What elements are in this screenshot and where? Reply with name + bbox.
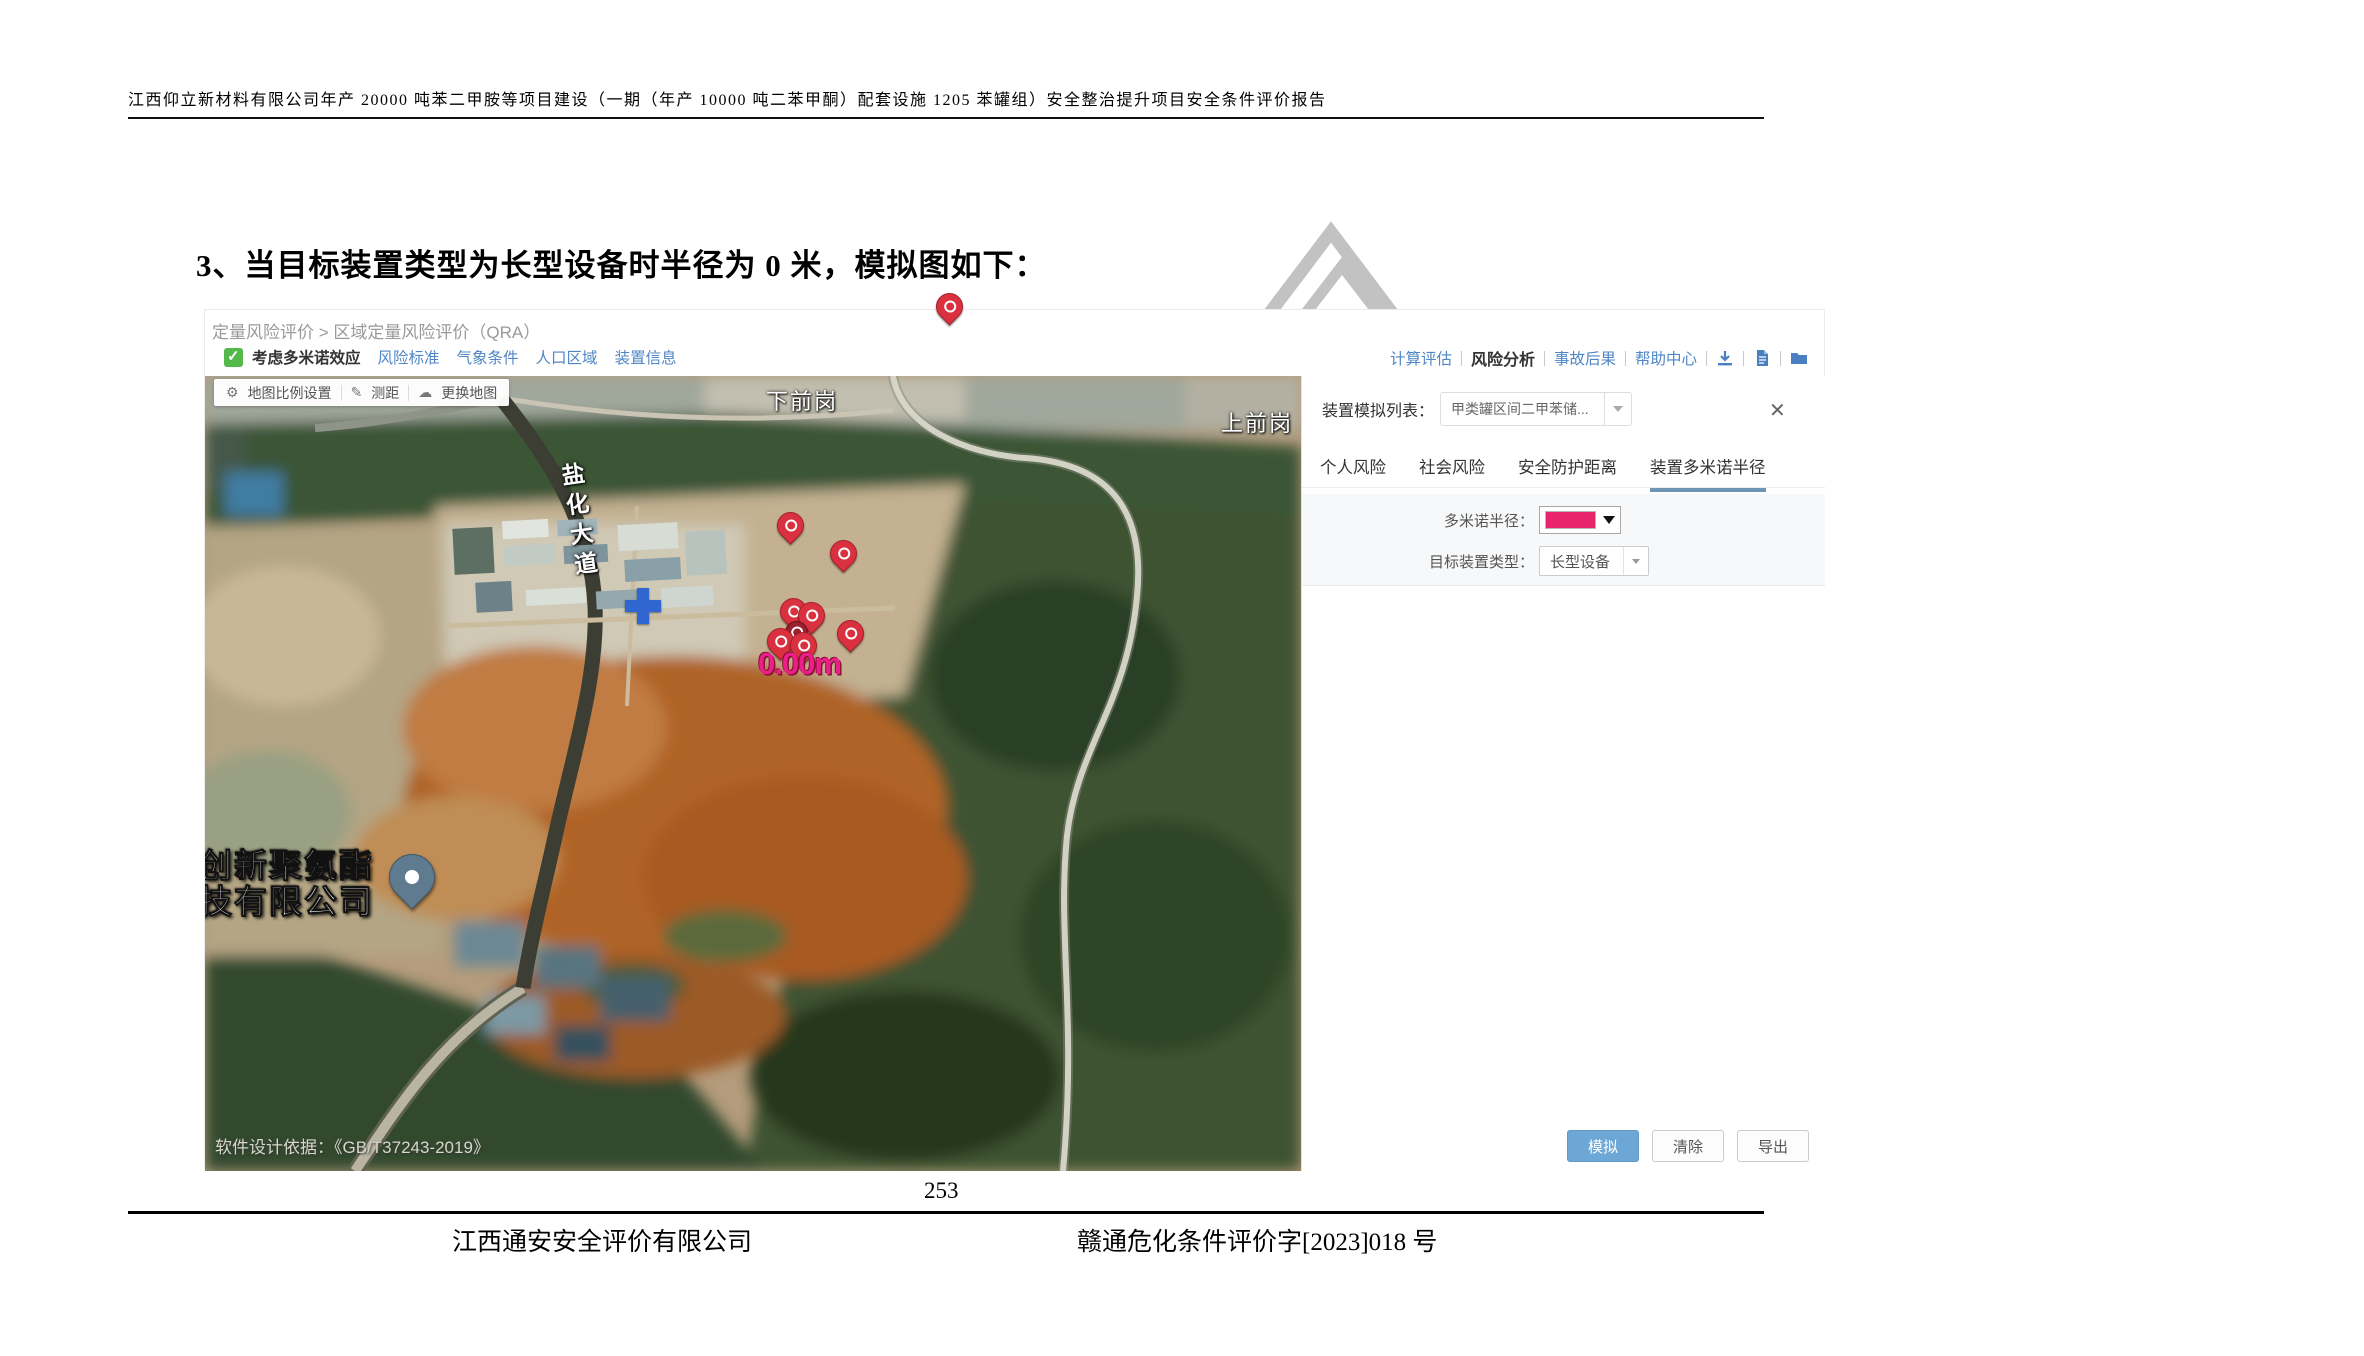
simulate-button[interactable]: 模拟 [1567, 1130, 1639, 1162]
footer-certificate-number: 赣通危化条件评价字[2023]018 号 [1077, 1222, 1437, 1258]
separator [1743, 351, 1744, 366]
link-device-info[interactable]: 装置信息 [615, 346, 677, 368]
page-number: 253 [924, 1178, 959, 1204]
map-viewport[interactable]: ⚙ 地图比例设置 ✎ 测距 ☁ 更换地图 下前岗 上前岗 盐化大道 创新聚氨酯 … [205, 376, 1301, 1171]
measure-distance-button[interactable]: 测距 [371, 383, 399, 403]
separator [341, 385, 342, 401]
panel-tabs-row: 个人风险 社会风险 安全防护距离 装置多米诺半径 [1302, 442, 1825, 488]
export-button[interactable]: 导出 [1737, 1130, 1809, 1162]
tab-domino-radius[interactable]: 装置多米诺半径 [1650, 442, 1766, 492]
domino-radius-color-select[interactable] [1539, 506, 1621, 534]
breadcrumb: 定量风险评价 > 区域定量风险评价（QRA） [212, 318, 540, 343]
tab-safety-distance[interactable]: 安全防护距离 [1518, 442, 1617, 492]
subnav: 考虑多米诺效应 风险标准 气象条件 人口区域 装置信息 [224, 346, 677, 368]
domino-effect-label: 考虑多米诺效应 [252, 346, 361, 368]
target-type-label: 目标装置类型： [1302, 551, 1534, 572]
simulation-panel: 装置模拟列表： 甲类罐区间二甲苯储... 个人风险 社会风险 安全防护距离 装置… [1301, 376, 1825, 1171]
download-icon[interactable] [1716, 349, 1734, 367]
map-label-village-top: 下前岗 [766, 384, 838, 416]
device-list-value: 甲类罐区间二甲苯储... [1441, 399, 1604, 419]
chevron-down-icon [1604, 393, 1631, 425]
separator [1544, 351, 1545, 366]
folder-icon[interactable] [1790, 349, 1808, 367]
domino-radius-label: 多米诺半径： [1302, 510, 1534, 531]
pink-color-swatch [1545, 511, 1596, 529]
selected-location-cross[interactable] [625, 588, 661, 624]
chevron-down-icon [1623, 547, 1648, 575]
panel-buttons: 模拟 清除 导出 [1567, 1130, 1809, 1162]
target-type-select[interactable]: 长型设备 [1539, 546, 1649, 576]
cloud-icon: ☁ [418, 384, 432, 401]
map-toolbar: ⚙ 地图比例设置 ✎ 测距 ☁ 更换地图 [214, 379, 509, 406]
clear-button[interactable]: 清除 [1652, 1130, 1724, 1162]
domino-form: 多米诺半径： 目标装置类型： 长型设备 [1302, 494, 1825, 586]
tab-personal-risk[interactable]: 个人风险 [1320, 442, 1386, 492]
separator [1461, 351, 1462, 366]
map-attribution: 软件设计依据：《GB/T37243-2019》 [215, 1133, 490, 1158]
tab-social-risk[interactable]: 社会风险 [1419, 442, 1485, 492]
qra-app-screenshot: 定量风险评价 > 区域定量风险评价（QRA） 考虑多米诺效应 风险标准 气象条件… [204, 309, 1825, 1170]
report-page: 江西仰立新材料有限公司年产 20000 吨苯二甲胺等项目建设（一期（年产 100… [0, 0, 2364, 1356]
footer-company: 江西通安安全评价有限公司 [452, 1222, 752, 1258]
toolbar-item-accident-consequence[interactable]: 事故后果 [1554, 347, 1616, 369]
pencil-icon: ✎ [351, 384, 363, 401]
link-population-area[interactable]: 人口区域 [536, 346, 598, 368]
link-weather-condition[interactable]: 气象条件 [457, 346, 519, 368]
gears-icon: ⚙ [226, 384, 239, 401]
document-icon[interactable] [1753, 349, 1771, 367]
watermark-logo [1256, 220, 1406, 322]
footer-rule [128, 1211, 1764, 1214]
separator [1706, 351, 1707, 366]
separator [408, 385, 409, 401]
link-risk-standard[interactable]: 风险标准 [378, 346, 440, 368]
toolbar-item-help-center[interactable]: 帮助中心 [1635, 347, 1697, 369]
switch-map-button[interactable]: 更换地图 [441, 383, 497, 403]
domino-radius-distance-label: 0.00m [758, 646, 841, 682]
top-toolbar: 计算评估 风险分析 事故后果 帮助中心 [1390, 346, 1808, 370]
map-label-village-right: 上前岗 [1221, 406, 1293, 438]
target-type-value: 长型设备 [1540, 551, 1623, 572]
map-scale-setting-button[interactable]: 地图比例设置 [248, 383, 332, 403]
separator [1780, 351, 1781, 366]
dropdown-arrow-icon [1603, 516, 1615, 524]
panel-header: 装置模拟列表： 甲类罐区间二甲苯储... [1322, 392, 1632, 426]
satellite-map[interactable] [205, 376, 1301, 1171]
toolbar-item-risk-analysis[interactable]: 风险分析 [1471, 346, 1535, 370]
device-list-select[interactable]: 甲类罐区间二甲苯储... [1440, 392, 1632, 426]
map-label-company: 创新聚氨酯 技有限公司 [205, 848, 374, 921]
report-header-title: 江西仰立新材料有限公司年产 20000 吨苯二甲胺等项目建设（一期（年产 100… [128, 86, 1764, 119]
device-list-label: 装置模拟列表： [1322, 397, 1434, 421]
separator [1625, 351, 1626, 366]
domino-effect-checkbox[interactable] [224, 348, 243, 367]
paragraph-3: 3、当目标装置类型为长型设备时半径为 0 米，模拟图如下： [196, 240, 1047, 285]
toolbar-item-calc-eval[interactable]: 计算评估 [1390, 347, 1452, 369]
close-icon[interactable] [1769, 398, 1793, 422]
